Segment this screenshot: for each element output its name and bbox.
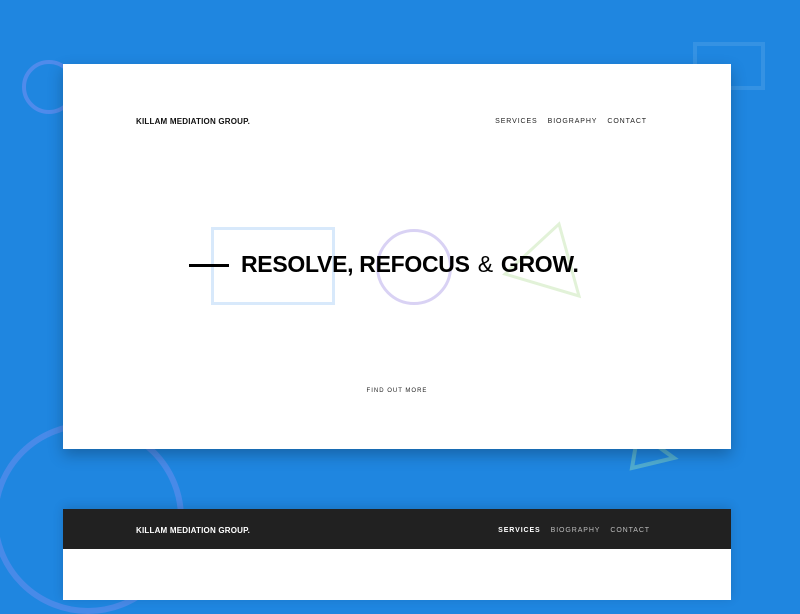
headline-text-primary: RESOLVE, REFOCUS [241, 251, 470, 277]
sticky-header: KILLAM MEDIATION GROUP. SERVICES BIOGRAP… [63, 509, 731, 549]
brand-logo[interactable]: KILLAM MEDIATION GROUP. [136, 526, 250, 535]
nav-item-biography[interactable]: BIOGRAPHY [548, 118, 598, 125]
nav-item-services[interactable]: SERVICES [498, 527, 540, 534]
headline-dash [189, 264, 229, 267]
nav-item-contact[interactable]: CONTACT [610, 527, 650, 534]
find-out-more-link[interactable]: FIND OUT MORE [63, 388, 731, 394]
main-nav: SERVICES BIOGRAPHY CONTACT [495, 118, 647, 125]
hero-page-card: KILLAM MEDIATION GROUP. SERVICES BIOGRAP… [63, 64, 731, 449]
nav-item-services[interactable]: SERVICES [495, 118, 537, 125]
headline-text-secondary: GROW. [500, 251, 579, 277]
hero-headline: RESOLVE, REFOCUS & GROW. [241, 251, 579, 278]
nav-item-contact[interactable]: CONTACT [607, 118, 647, 125]
brand-logo[interactable]: KILLAM MEDIATION GROUP. [136, 117, 250, 126]
headline-ampersand: & [477, 251, 493, 277]
nav-item-biography[interactable]: BIOGRAPHY [551, 527, 601, 534]
sticky-nav: SERVICES BIOGRAPHY CONTACT [498, 527, 650, 534]
scrolled-page-card: KILLAM MEDIATION GROUP. SERVICES BIOGRAP… [63, 509, 731, 600]
